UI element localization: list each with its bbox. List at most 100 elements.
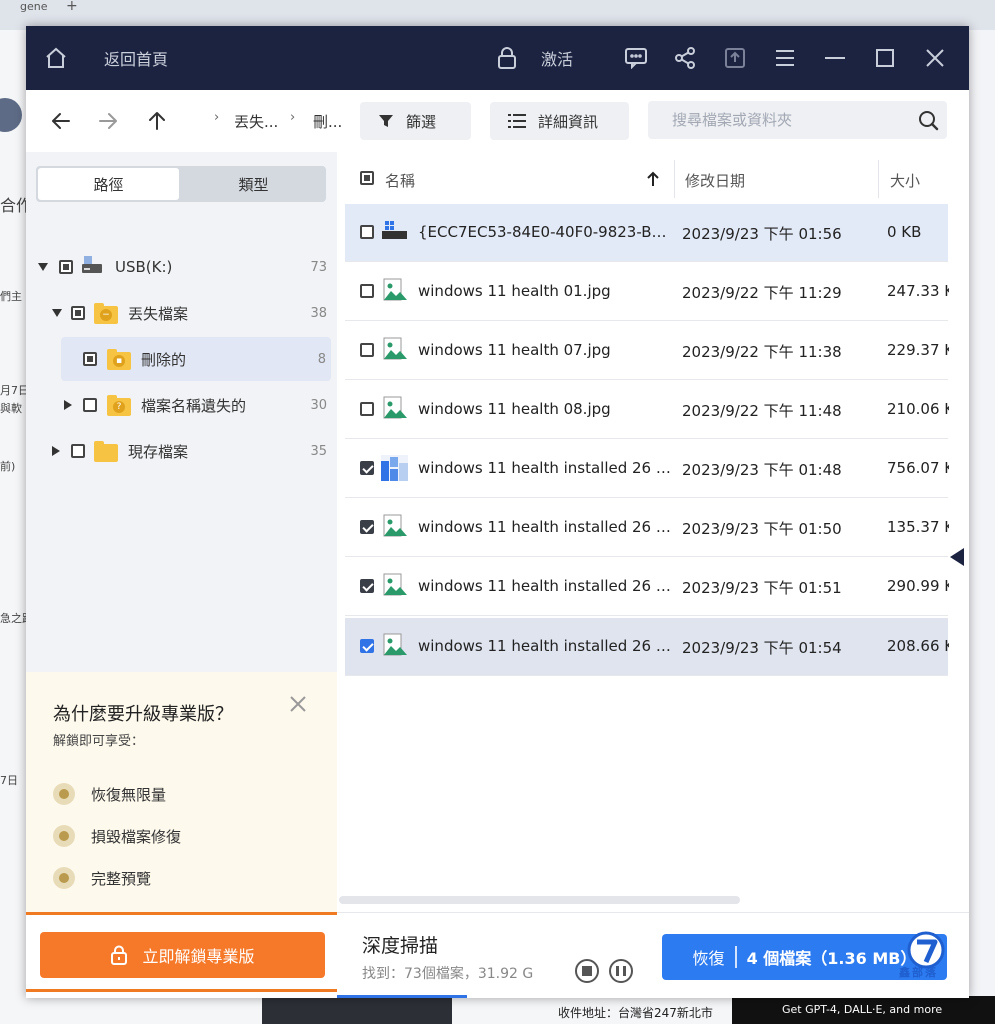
breadcrumb-chevron-icon: ›	[290, 110, 296, 125]
feedback-icon[interactable]	[623, 44, 649, 72]
search-icon[interactable]	[917, 109, 939, 131]
row-checkbox[interactable]	[360, 402, 374, 416]
checkbox[interactable]	[71, 444, 85, 458]
feature-label: 損毀檔案修復	[91, 827, 182, 846]
file-name: windows 11 health installed 26 01...	[418, 459, 672, 477]
home-icon[interactable]	[42, 44, 70, 72]
file-date: 2023/9/22 下午 11:48	[682, 402, 842, 420]
tree-count: 35	[310, 443, 327, 459]
file-size: 247.33 K	[887, 282, 949, 300]
image-file-icon	[383, 633, 407, 656]
forward-arrow-icon[interactable]	[94, 107, 122, 135]
breadcrumb-item[interactable]: 刪...	[313, 111, 342, 132]
row-checkbox[interactable]	[360, 461, 374, 475]
image-file-icon	[383, 573, 407, 596]
table-row[interactable]: windows 11 health installed 26 01... 202…	[345, 440, 949, 498]
expand-arrow-icon[interactable]	[52, 446, 60, 456]
filter-icon	[379, 115, 393, 127]
column-divider[interactable]	[878, 160, 879, 198]
minimize-icon[interactable]	[822, 44, 848, 72]
horizontal-scrollbar[interactable]	[339, 896, 740, 904]
bg-address: 收件地址：台灣省247新北市	[558, 1006, 713, 1020]
view-toggle: 路徑 類型	[36, 166, 326, 202]
button-divider	[734, 946, 737, 968]
back-arrow-icon[interactable]	[47, 107, 75, 135]
share-icon[interactable]	[672, 44, 698, 72]
upgrade-panel: 為什麼要升級專業版？ 解鎖即可享受： 恢復無限量 損毀檔案修復 完整預覽	[26, 672, 337, 912]
home-link[interactable]: 返回首頁	[104, 44, 168, 72]
column-date[interactable]: 修改日期	[685, 170, 745, 191]
file-date: 2023/9/23 下午 01:50	[682, 520, 842, 538]
checkbox[interactable]	[83, 352, 97, 366]
file-list-header: 名稱 修改日期 大小	[345, 156, 949, 202]
tree-item-lost-files[interactable]: − 丟失檔案 38	[26, 291, 337, 335]
search-input[interactable]	[648, 101, 908, 139]
table-row[interactable]: windows 11 health 08.jpg 2023/9/22 下午 11…	[345, 381, 949, 439]
table-row[interactable]: windows 11 health installed 26 04... 202…	[345, 618, 949, 676]
scan-mode: 深度掃描	[362, 935, 439, 957]
details-button[interactable]: 詳細資訊	[490, 102, 629, 140]
activate-link[interactable]: 激活	[541, 44, 573, 72]
column-name[interactable]: 名稱	[385, 170, 415, 191]
close-icon[interactable]	[288, 694, 308, 714]
row-checkbox[interactable]	[360, 225, 374, 239]
up-arrow-icon[interactable]	[143, 107, 171, 135]
wrench-icon	[53, 825, 75, 847]
menu-icon[interactable]	[772, 44, 798, 72]
lock-icon	[111, 945, 128, 965]
drive-file-icon	[382, 221, 407, 239]
tab-type[interactable]: 類型	[183, 168, 324, 200]
row-checkbox[interactable]	[360, 343, 374, 357]
unlock-area: 立即解鎖專業版	[26, 912, 344, 998]
checkbox[interactable]	[59, 260, 73, 274]
file-name: windows 11 health installed 26 04...	[418, 637, 672, 655]
tree-item-deleted[interactable]: ▪ 刪除的 8	[61, 337, 331, 381]
table-row[interactable]: windows 11 health installed 26 03... 202…	[345, 558, 949, 616]
upgrade-subtitle: 解鎖即可享受：	[53, 734, 145, 749]
sort-ascending-icon[interactable]	[646, 171, 660, 187]
stop-button[interactable]	[575, 959, 599, 983]
close-icon[interactable]	[922, 44, 948, 72]
recovery-window: 返回首頁 激活 › 丟失... › 刪... 篩選 詳細資訊 搜尋檔案或資料夾 …	[26, 26, 969, 998]
eye-icon	[53, 867, 75, 889]
tree-item-existing[interactable]: 現存檔案 35	[26, 429, 337, 473]
collapse-handle-icon[interactable]	[950, 548, 964, 566]
tab-path[interactable]: 路徑	[38, 168, 179, 200]
background-page-left: 合作 們主 月7日 與軟 前) 急之路 7日	[0, 30, 33, 1024]
bg-image	[262, 996, 452, 1024]
select-all-checkbox[interactable]	[360, 171, 374, 185]
pause-button[interactable]	[609, 959, 633, 983]
maximize-icon[interactable]	[872, 44, 898, 72]
bg-ad-text: Get GPT-4, DALL·E, and more	[782, 1003, 943, 1016]
file-date: 2023/9/22 下午 11:29	[682, 284, 842, 302]
row-checkbox[interactable]	[360, 639, 374, 653]
tree-item-usb[interactable]: USB(K:) 73	[26, 245, 337, 289]
expand-arrow-icon[interactable]	[52, 309, 62, 317]
export-icon[interactable]	[722, 44, 748, 72]
checkbox[interactable]	[71, 306, 85, 320]
filter-button[interactable]: 篩選	[360, 102, 471, 140]
row-checkbox[interactable]	[360, 579, 374, 593]
column-size[interactable]: 大小	[890, 170, 920, 191]
file-size: 210.06 K	[887, 400, 949, 418]
title-bar: 返回首頁 激活	[26, 26, 969, 90]
bg-text: 月7日	[0, 384, 29, 397]
unlock-pro-button[interactable]: 立即解鎖專業版	[40, 932, 325, 978]
file-name: windows 11 health installed 26 02...	[418, 518, 672, 536]
table-row[interactable]: windows 11 health 07.jpg 2023/9/22 下午 11…	[345, 322, 949, 380]
row-checkbox[interactable]	[360, 520, 374, 534]
thumbnail-icon	[381, 455, 408, 481]
bg-ad: Get GPT-4, DALL·E, and more	[732, 996, 995, 1024]
stop-icon	[582, 966, 592, 976]
tree-item-unnamed[interactable]: ? 檔案名稱遺失的 30	[26, 383, 337, 427]
table-row[interactable]: windows 11 health 01.jpg 2023/9/22 下午 11…	[345, 263, 949, 321]
table-row[interactable]: {ECC7EC53-84E0-40F0-9823-B6AF... 2023/9/…	[345, 204, 948, 262]
expand-arrow-icon[interactable]	[38, 263, 48, 271]
breadcrumb-item[interactable]: 丟失...	[234, 111, 278, 132]
filter-label: 篩選	[406, 112, 437, 131]
row-checkbox[interactable]	[360, 284, 374, 298]
expand-arrow-icon[interactable]	[64, 400, 72, 410]
checkbox[interactable]	[83, 398, 97, 412]
table-row[interactable]: windows 11 health installed 26 02... 202…	[345, 499, 949, 557]
column-divider[interactable]	[674, 160, 675, 198]
